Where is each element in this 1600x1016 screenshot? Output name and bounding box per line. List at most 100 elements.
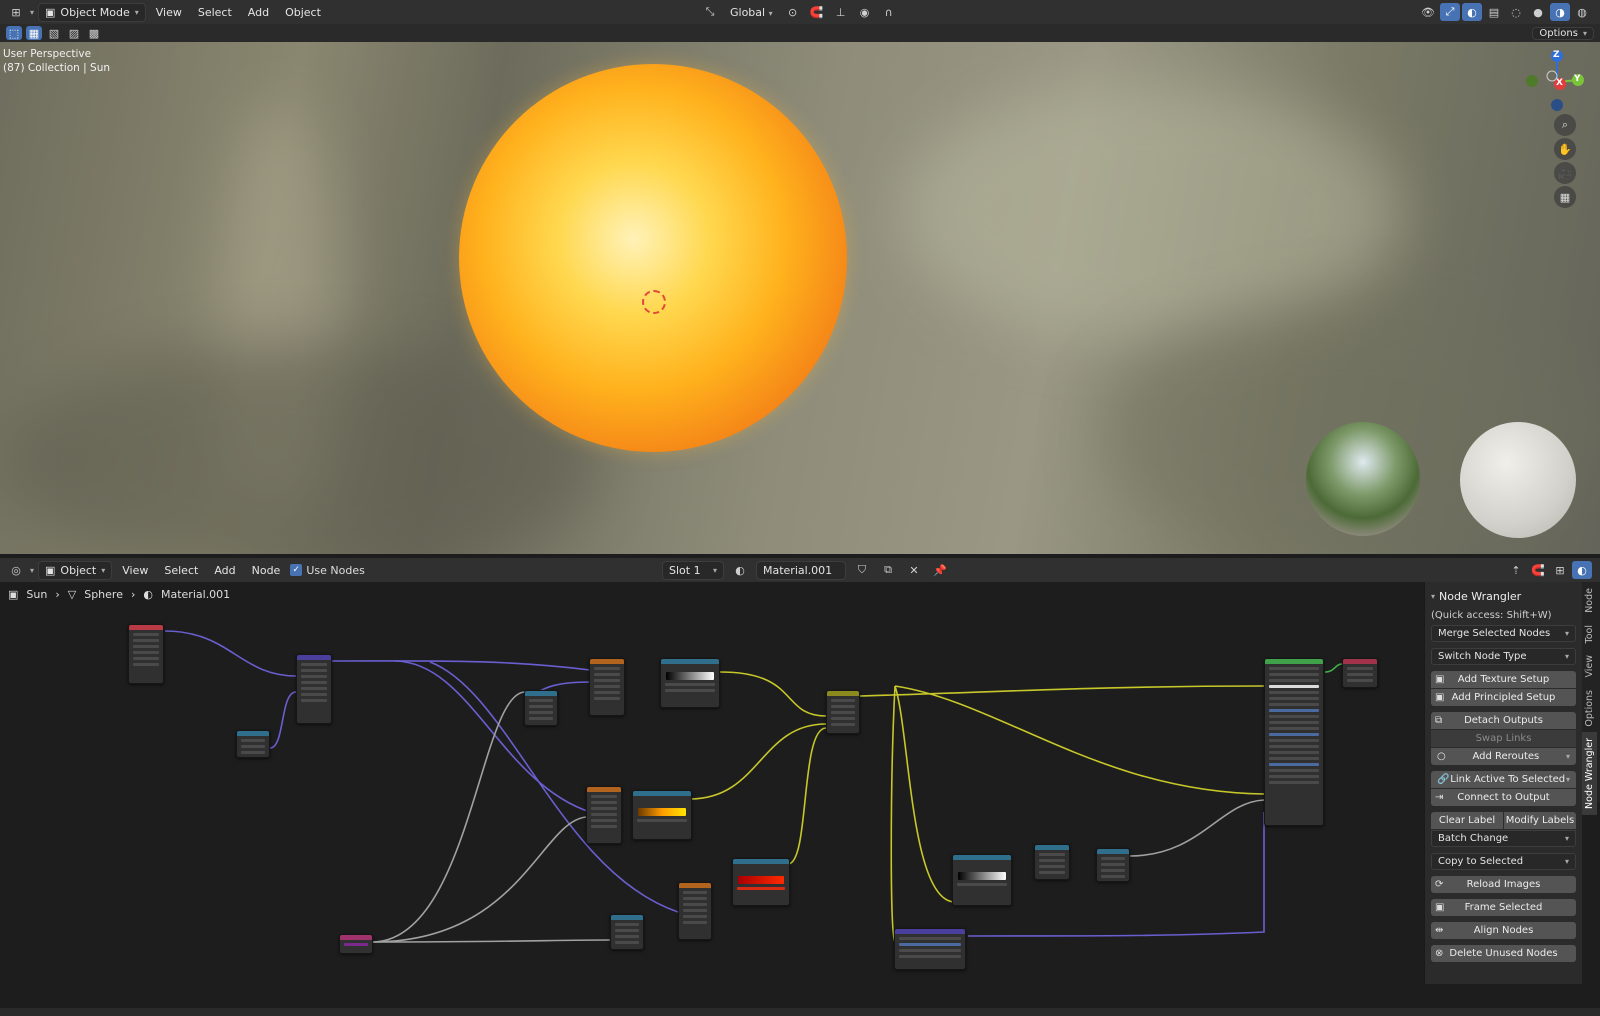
clear-label-button[interactable]: Clear Label (1431, 812, 1503, 829)
menu-node[interactable]: Node (246, 562, 287, 579)
noise-texture-node[interactable] (589, 658, 625, 716)
xray-icon[interactable]: ▤ (1484, 3, 1504, 21)
link-active-to-selected-dropdown[interactable]: 🔗 Link Active To Selected ▾ (1431, 771, 1576, 788)
delete-unused-nodes-button[interactable]: ⊗ Delete Unused Nodes (1431, 945, 1576, 962)
reload-images-button[interactable]: ⟳ Reload Images (1431, 876, 1576, 893)
tab-tool[interactable]: Tool (1582, 619, 1597, 649)
mode-select[interactable]: ▣ Object Mode ▾ (38, 2, 146, 22)
noise-texture-node[interactable] (678, 882, 712, 940)
tab-options[interactable]: Options (1582, 684, 1597, 733)
unlink-close-icon[interactable]: ✕ (904, 561, 924, 579)
editor-type-icon[interactable]: ◎ (6, 561, 26, 579)
navigation-gizmo[interactable]: Z Y X (1522, 48, 1588, 114)
duplicate-material-icon[interactable]: ⧉ (878, 561, 898, 579)
material-slot-select[interactable]: Slot 1 ▾ (662, 560, 724, 580)
tab-view[interactable]: View (1582, 649, 1597, 684)
detach-outputs-button[interactable]: ⧉ Detach Outputs (1431, 712, 1576, 729)
math-node[interactable] (610, 914, 644, 950)
math-node[interactable] (1096, 848, 1130, 882)
color-ramp-node[interactable] (632, 790, 692, 840)
chevron-down-icon: ▾ (1582, 28, 1587, 38)
fake-user-shield-icon[interactable]: ⛉ (852, 561, 872, 579)
rendered-shading-icon[interactable]: ◍ (1572, 3, 1592, 21)
tab-node-wrangler[interactable]: Node Wrangler (1582, 732, 1597, 816)
color-ramp-node[interactable] (732, 858, 790, 906)
panel-header[interactable]: ▾ Node Wrangler (1431, 586, 1576, 606)
snap-icon[interactable]: 🧲 (807, 3, 827, 21)
material-output-node[interactable] (1342, 658, 1378, 688)
select-box-invert-icon[interactable]: ▩ (86, 26, 102, 40)
menu-add[interactable]: Add (242, 4, 275, 21)
color-ramp-node[interactable] (660, 658, 720, 708)
principled-bsdf-node[interactable] (1264, 658, 1324, 826)
color-ramp-node[interactable] (952, 854, 1012, 906)
tab-node[interactable]: Node (1582, 582, 1597, 619)
parent-node-tree-icon[interactable]: ⇡ (1506, 561, 1526, 579)
add-reroutes-dropdown[interactable]: ○ Add Reroutes ▾ (1431, 748, 1576, 765)
select-box-extend-icon[interactable]: ▧ (46, 26, 62, 40)
reroute-dot-icon: ○ (1437, 751, 1446, 762)
combine-xyz-node[interactable] (236, 730, 270, 758)
node-editor-canvas[interactable]: ▣ Sun › ▽ Sphere › ◐ Material.001 (0, 582, 1424, 1016)
bump-node[interactable] (894, 928, 966, 970)
menu-view[interactable]: View (150, 4, 188, 21)
align-nodes-button[interactable]: ⇹ Align Nodes (1431, 922, 1576, 939)
merge-selected-nodes-dropdown[interactable]: Merge Selected Nodes ▾ (1431, 625, 1576, 642)
swap-links-button[interactable]: Swap Links (1431, 730, 1576, 747)
connect-to-output-button[interactable]: ⇥ Connect to Output (1431, 789, 1576, 806)
snap-mode-icon[interactable]: ⊞ (1550, 561, 1570, 579)
select-box-new-icon[interactable]: ▦ (26, 26, 42, 40)
options-dropdown[interactable]: Options ▾ (1532, 26, 1594, 40)
switch-node-type-dropdown[interactable]: Switch Node Type ▾ (1431, 648, 1576, 665)
menu-object[interactable]: Object (279, 4, 327, 21)
editor-type-icon[interactable]: ⊞ (6, 3, 26, 21)
overlay-toggle-icon[interactable]: ◐ (1462, 3, 1482, 21)
select-tool-icon[interactable]: ⬚ (6, 26, 22, 40)
copy-to-selected-dropdown[interactable]: Copy to Selected ▾ (1431, 853, 1576, 870)
menu-add[interactable]: Add (208, 562, 241, 579)
add-principled-setup-button[interactable]: ▣ Add Principled Setup (1431, 689, 1576, 706)
proportional-edit-icon[interactable]: ◉ (855, 3, 875, 21)
solid-shading-icon[interactable]: ● (1528, 3, 1548, 21)
overlay-toggle-icon[interactable]: ◐ (1572, 561, 1592, 579)
pivot-point-icon[interactable]: ⊙ (783, 3, 803, 21)
snap-target-icon[interactable]: ⊥ (831, 3, 851, 21)
math-node[interactable] (1034, 844, 1070, 880)
transform-orientation-select[interactable]: Global ▾ (724, 4, 779, 21)
menu-view[interactable]: View (116, 562, 154, 579)
mapping-node[interactable] (296, 654, 332, 724)
voronoi-texture-node[interactable] (586, 786, 622, 844)
menu-select[interactable]: Select (158, 562, 204, 579)
add-texture-setup-button[interactable]: ▣ Add Texture Setup (1431, 671, 1576, 688)
use-nodes-toggle[interactable]: ✓ Use Nodes (290, 564, 365, 577)
menu-select[interactable]: Select (192, 4, 238, 21)
material-preview-icon[interactable]: ◑ (1550, 3, 1570, 21)
mix-rgb-node[interactable] (826, 690, 860, 734)
pin-icon[interactable]: 📌 (930, 561, 950, 579)
shader-type-select[interactable]: ▣ Object ▾ (38, 560, 113, 580)
math-node[interactable] (524, 690, 558, 726)
select-box-subtract-icon[interactable]: ▨ (66, 26, 82, 40)
3d-viewport[interactable]: User Perspective (87) Collection | Sun Z… (0, 42, 1600, 554)
material-browse-icon[interactable]: ◐ (730, 561, 750, 579)
falloff-icon[interactable]: ∩ (879, 3, 899, 21)
grid-perspective-icon[interactable]: ▦ (1554, 186, 1576, 208)
wireframe-shading-icon[interactable]: ◌ (1506, 3, 1526, 21)
camera-icon[interactable]: 🎥 (1554, 162, 1576, 184)
pan-hand-icon[interactable]: ✋ (1554, 138, 1576, 160)
modify-labels-button[interactable]: Modify Labels (1504, 812, 1576, 829)
sun-sphere[interactable] (459, 64, 847, 452)
3d-cursor-icon[interactable] (642, 290, 666, 314)
gizmo-z-label: Z (1553, 50, 1560, 60)
texture-coordinate-node[interactable] (128, 624, 164, 684)
visibility-icon[interactable]: 👁 (1418, 3, 1438, 21)
zoom-icon[interactable]: ⌕ (1554, 114, 1576, 136)
chevron-down-icon: ▾ (1565, 752, 1570, 761)
batch-change-dropdown[interactable]: Batch Change ▾ (1431, 830, 1576, 847)
material-name-field[interactable]: Material.001 (756, 560, 846, 580)
snap-icon[interactable]: 🧲 (1528, 561, 1548, 579)
value-node[interactable] (339, 934, 373, 954)
frame-selected-button[interactable]: ▣ Frame Selected (1431, 899, 1576, 916)
gizmo-toggle-icon[interactable]: ⤢ (1440, 3, 1460, 21)
chevron-down-icon: ▾ (1564, 857, 1569, 866)
